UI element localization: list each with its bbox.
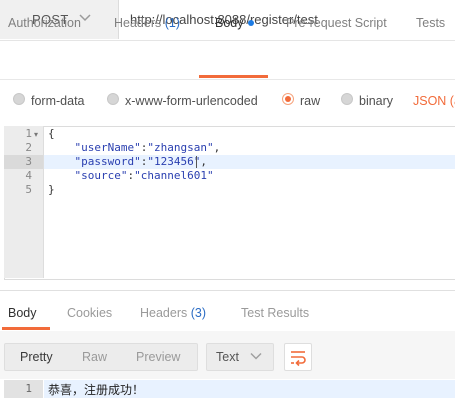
urlencoded-label[interactable]: x-www-form-urlencoded — [125, 94, 258, 108]
brace: { — [48, 127, 55, 140]
tab-pre-request-script[interactable]: Pre-request Script — [286, 16, 387, 30]
content-type-dropdown[interactable]: JSON (a — [413, 94, 455, 108]
tab-label: Body — [8, 306, 37, 320]
headers-count: (1) — [164, 16, 181, 30]
tab-label: Tests — [416, 16, 446, 30]
response-text: 恭喜，注册成功！ — [48, 383, 145, 397]
line-number: 1 — [25, 127, 32, 140]
radio-binary[interactable] — [341, 93, 353, 105]
response-tab-headers[interactable]: Headers (3) — [140, 306, 206, 320]
code-line: } — [48, 183, 55, 197]
chevron-down-icon — [250, 352, 262, 360]
format-label: Text — [216, 350, 239, 364]
format-dropdown[interactable]: Text — [206, 343, 274, 371]
json-key: "source" — [74, 169, 128, 182]
tab-label: Body — [215, 16, 244, 30]
response-tab-cookies[interactable]: Cookies — [67, 306, 112, 320]
response-tab-body[interactable]: Body — [8, 306, 37, 320]
json-value: "123456" — [147, 155, 201, 168]
wrap-lines-icon — [291, 351, 306, 367]
brace: } — [48, 183, 55, 196]
code-line: { — [48, 127, 55, 141]
line-number: 5 — [25, 183, 32, 196]
binary-label[interactable]: binary — [359, 94, 393, 108]
json-value: "channel601" — [134, 169, 214, 182]
code-line: "password":"123456", — [48, 155, 207, 169]
radio-raw[interactable] — [282, 93, 294, 105]
tab-label: Test Results — [241, 306, 310, 320]
tab-label: Cookies — [67, 306, 113, 320]
radio-form-data[interactable] — [13, 93, 25, 105]
json-key: "userName" — [74, 141, 141, 154]
json-comma: , — [200, 155, 207, 168]
tab-label: Headers — [114, 16, 162, 30]
preview-button[interactable]: Preview — [136, 350, 180, 364]
tab-body[interactable]: Body — [215, 16, 254, 30]
json-key: "password" — [74, 155, 141, 168]
response-headers-count: (3) — [190, 306, 207, 320]
response-tab-test-results[interactable]: Test Results — [241, 306, 309, 320]
pretty-button[interactable]: Pretty — [20, 350, 53, 364]
tab-label: Pre-request Script — [286, 16, 387, 30]
active-response-tab-indicator — [2, 327, 50, 330]
tab-authorization[interactable]: Authorization — [8, 16, 81, 30]
text-cursor — [196, 156, 197, 168]
raw-label[interactable]: raw — [300, 94, 320, 108]
tab-headers[interactable]: Headers (1) — [114, 16, 180, 30]
radio-urlencoded[interactable] — [107, 93, 119, 105]
json-value: "zhangsan" — [147, 141, 214, 154]
form-data-label[interactable]: form-data — [31, 94, 85, 108]
line-number: 3 — [25, 155, 32, 168]
tab-tests[interactable]: Tests — [416, 16, 445, 30]
tab-label: Headers — [140, 306, 188, 320]
raw-button[interactable]: Raw — [82, 350, 107, 364]
code-line: "userName":"zhangsan", — [48, 141, 221, 155]
fold-arrow-icon[interactable]: ▾ — [34, 131, 38, 139]
tab-label: Authorization — [8, 16, 81, 30]
json-comma: , — [213, 141, 221, 154]
code-line: "source":"channel601" — [48, 169, 214, 183]
wrap-lines-button[interactable] — [284, 343, 312, 371]
line-number: 2 — [25, 141, 32, 154]
line-number: 1 — [25, 382, 32, 395]
line-number: 4 — [25, 169, 32, 182]
modified-dot-icon — [247, 20, 254, 26]
active-tab-indicator — [199, 75, 268, 78]
